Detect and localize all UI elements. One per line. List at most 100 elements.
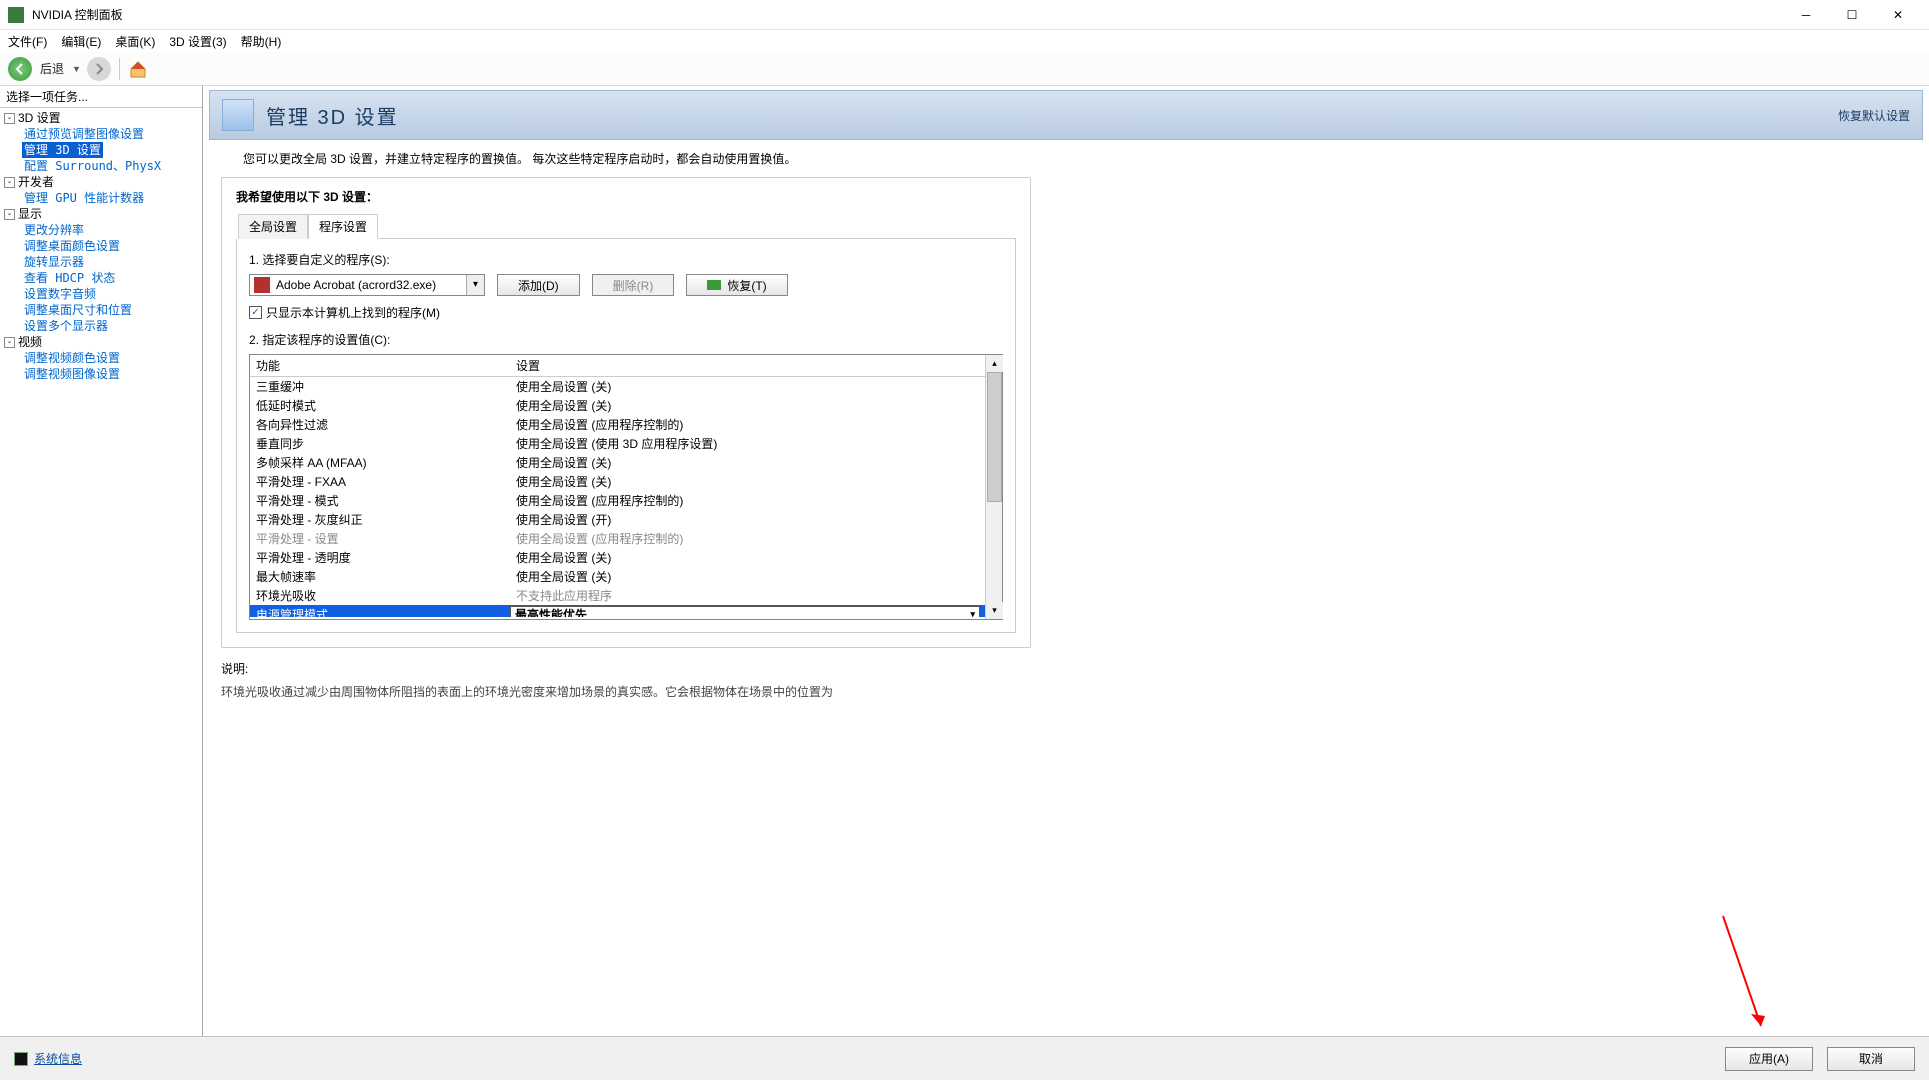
sidebar-header: 选择一项任务... xyxy=(0,86,202,108)
menu-file[interactable]: 文件(F) xyxy=(8,33,47,50)
setting-cell: 使用全局设置 (应用程序控制的) xyxy=(510,416,1002,433)
nvidia-app-icon xyxy=(8,7,24,23)
tree-item[interactable]: 管理 GPU 性能计数器 xyxy=(22,190,146,206)
tree-item[interactable]: 旋转显示器 xyxy=(22,254,86,270)
program-select-value: Adobe Acrobat (acrord32.exe) xyxy=(274,278,466,292)
sysinfo-icon xyxy=(14,1052,28,1066)
tree-item[interactable]: 更改分辨率 xyxy=(22,222,86,238)
only-found-checkbox[interactable]: ✓ xyxy=(249,306,262,319)
tree-toggle[interactable]: - xyxy=(4,209,15,220)
home-button[interactable] xyxy=(128,59,148,79)
scroll-thumb[interactable] xyxy=(987,372,1002,502)
forward-button[interactable] xyxy=(87,57,111,81)
add-program-button[interactable]: 添加(D) xyxy=(497,274,580,296)
menu-help[interactable]: 帮助(H) xyxy=(241,33,282,50)
toolbar-separator xyxy=(119,58,120,80)
back-history-dropdown[interactable]: ▼ xyxy=(72,64,81,74)
setting-cell: 使用全局设置 (应用程序控制的) xyxy=(510,530,1002,547)
tree-toggle[interactable]: - xyxy=(4,337,15,348)
minimize-button[interactable]: ─ xyxy=(1783,0,1829,30)
menu-desktop[interactable]: 桌面(K) xyxy=(115,33,155,50)
setting-cell: 使用全局设置 (开) xyxy=(510,511,1002,528)
tree-group-label[interactable]: 开发者 xyxy=(17,175,55,189)
task-tree: -3D 设置通过预览调整图像设置管理 3D 设置配置 Surround、Phys… xyxy=(0,108,202,382)
tree-item[interactable]: 配置 Surround、PhysX xyxy=(22,158,163,174)
apply-button[interactable]: 应用(A) xyxy=(1725,1047,1813,1071)
setting-cell: 使用全局设置 (关) xyxy=(510,549,1002,566)
scroll-up-arrow[interactable]: ▴ xyxy=(986,355,1003,372)
content-pane: 管理 3D 设置 恢复默认设置 您可以更改全局 3D 设置，并建立特定程序的置换… xyxy=(203,86,1929,1036)
chevron-down-icon[interactable]: ▾ xyxy=(970,609,975,617)
chevron-down-icon[interactable]: ▾ xyxy=(466,275,484,295)
cancel-button[interactable]: 取消 xyxy=(1827,1047,1915,1071)
setting-cell: 使用全局设置 (应用程序控制的) xyxy=(510,492,1002,509)
setting-cell: 使用全局设置 (关) xyxy=(510,473,1002,490)
tree-item[interactable]: 调整视频图像设置 xyxy=(22,366,122,382)
close-button[interactable]: ✕ xyxy=(1875,0,1921,30)
settings-row[interactable]: 平滑处理 - 灰度纠正使用全局设置 (开) xyxy=(250,510,1002,529)
tab-program-settings[interactable]: 程序设置 xyxy=(308,214,378,239)
scroll-down-arrow[interactable]: ▾ xyxy=(986,602,1003,619)
tree-item[interactable]: 调整视频颜色设置 xyxy=(22,350,122,366)
column-feature[interactable]: 功能 xyxy=(250,355,510,376)
remove-program-button: 删除(R) xyxy=(592,274,675,296)
tree-item[interactable]: 设置多个显示器 xyxy=(22,318,110,334)
page-description: 您可以更改全局 3D 设置，并建立特定程序的置换值。 每次这些特定程序启动时，都… xyxy=(203,140,1929,171)
tree-item[interactable]: 管理 3D 设置 xyxy=(22,142,103,158)
setting-cell: 使用全局设置 (关) xyxy=(510,378,1002,395)
settings-row[interactable]: 平滑处理 - 模式使用全局设置 (应用程序控制的) xyxy=(250,491,1002,510)
tree-group-label[interactable]: 3D 设置 xyxy=(17,111,62,125)
settings-row[interactable]: 平滑处理 - FXAA使用全局设置 (关) xyxy=(250,472,1002,491)
menu-3d-settings[interactable]: 3D 设置(3) xyxy=(169,33,226,50)
feature-cell: 平滑处理 - 灰度纠正 xyxy=(250,511,510,528)
feature-cell: 平滑处理 - FXAA xyxy=(250,473,510,490)
tree-item[interactable]: 调整桌面颜色设置 xyxy=(22,238,122,254)
system-info-link[interactable]: 系统信息 xyxy=(34,1050,82,1067)
maximize-button[interactable]: ☐ xyxy=(1829,0,1875,30)
grid-scrollbar[interactable]: ▴ ▾ xyxy=(985,355,1002,619)
feature-cell: 多帧采样 AA (MFAA) xyxy=(250,454,510,471)
step2-label: 2. 指定该程序的设置值(C): xyxy=(249,331,1003,348)
tree-item[interactable]: 查看 HDCP 状态 xyxy=(22,270,117,286)
setting-cell: 使用全局设置 (关) xyxy=(510,568,1002,585)
back-button[interactable] xyxy=(8,57,32,81)
annotation-arrow xyxy=(1713,906,1773,1036)
back-label: 后退 xyxy=(40,60,64,77)
page-banner: 管理 3D 设置 恢复默认设置 xyxy=(209,90,1923,140)
settings-row[interactable]: 平滑处理 - 设置使用全局设置 (应用程序控制的) xyxy=(250,529,1002,548)
restore-program-button[interactable]: 恢复(T) xyxy=(686,274,787,296)
feature-cell: 平滑处理 - 透明度 xyxy=(250,549,510,566)
tree-toggle[interactable]: - xyxy=(4,177,15,188)
settings-row[interactable]: 垂直同步使用全局设置 (使用 3D 应用程序设置) xyxy=(250,434,1002,453)
tree-item[interactable]: 通过预览调整图像设置 xyxy=(22,126,146,142)
settings-row[interactable]: 环境光吸收不支持此应用程序 xyxy=(250,586,1002,605)
settings-row[interactable]: 各向异性过滤使用全局设置 (应用程序控制的) xyxy=(250,415,1002,434)
tree-item[interactable]: 调整桌面尺寸和位置 xyxy=(22,302,134,318)
tree-group-label[interactable]: 视频 xyxy=(17,335,43,349)
settings-row[interactable]: 低延时模式使用全局设置 (关) xyxy=(250,396,1002,415)
setting-cell: 使用全局设置 (使用 3D 应用程序设置) xyxy=(510,435,1002,452)
explain-label: 说明: xyxy=(221,660,1911,677)
settings-row[interactable]: 平滑处理 - 透明度使用全局设置 (关) xyxy=(250,548,1002,567)
restore-defaults-link[interactable]: 恢复默认设置 xyxy=(1838,107,1910,124)
panel-heading: 我希望使用以下 3D 设置： xyxy=(236,188,1016,205)
tree-group-label[interactable]: 显示 xyxy=(17,207,43,221)
tree-item[interactable]: 设置数字音频 xyxy=(22,286,98,302)
program-select-combo[interactable]: Adobe Acrobat (acrord32.exe) ▾ xyxy=(249,274,485,296)
settings-row[interactable]: 多帧采样 AA (MFAA)使用全局设置 (关) xyxy=(250,453,1002,472)
setting-cell: 使用全局设置 (关) xyxy=(510,454,1002,471)
menu-bar: 文件(F) 编辑(E) 桌面(K) 3D 设置(3) 帮助(H) xyxy=(0,30,1929,52)
tab-body: 1. 选择要自定义的程序(S): Adobe Acrobat (acrord32… xyxy=(236,239,1016,633)
tab-global-settings[interactable]: 全局设置 xyxy=(238,214,308,239)
banner-icon xyxy=(222,99,254,131)
menu-edit[interactable]: 编辑(E) xyxy=(61,33,101,50)
feature-cell: 平滑处理 - 模式 xyxy=(250,492,510,509)
tree-toggle[interactable]: - xyxy=(4,113,15,124)
settings-row[interactable]: 最大帧速率使用全局设置 (关) xyxy=(250,567,1002,586)
setting-value-dropdown[interactable]: 最高性能优先▾ xyxy=(510,606,980,617)
settings-row[interactable]: 三重缓冲使用全局设置 (关) xyxy=(250,377,1002,396)
nav-toolbar: 后退 ▼ xyxy=(0,52,1929,86)
settings-panel: 我希望使用以下 3D 设置： 全局设置 程序设置 1. 选择要自定义的程序(S)… xyxy=(221,177,1031,648)
settings-row[interactable]: 电源管理模式最高性能优先▾ xyxy=(250,605,1002,617)
column-setting[interactable]: 设置 xyxy=(510,355,1002,376)
